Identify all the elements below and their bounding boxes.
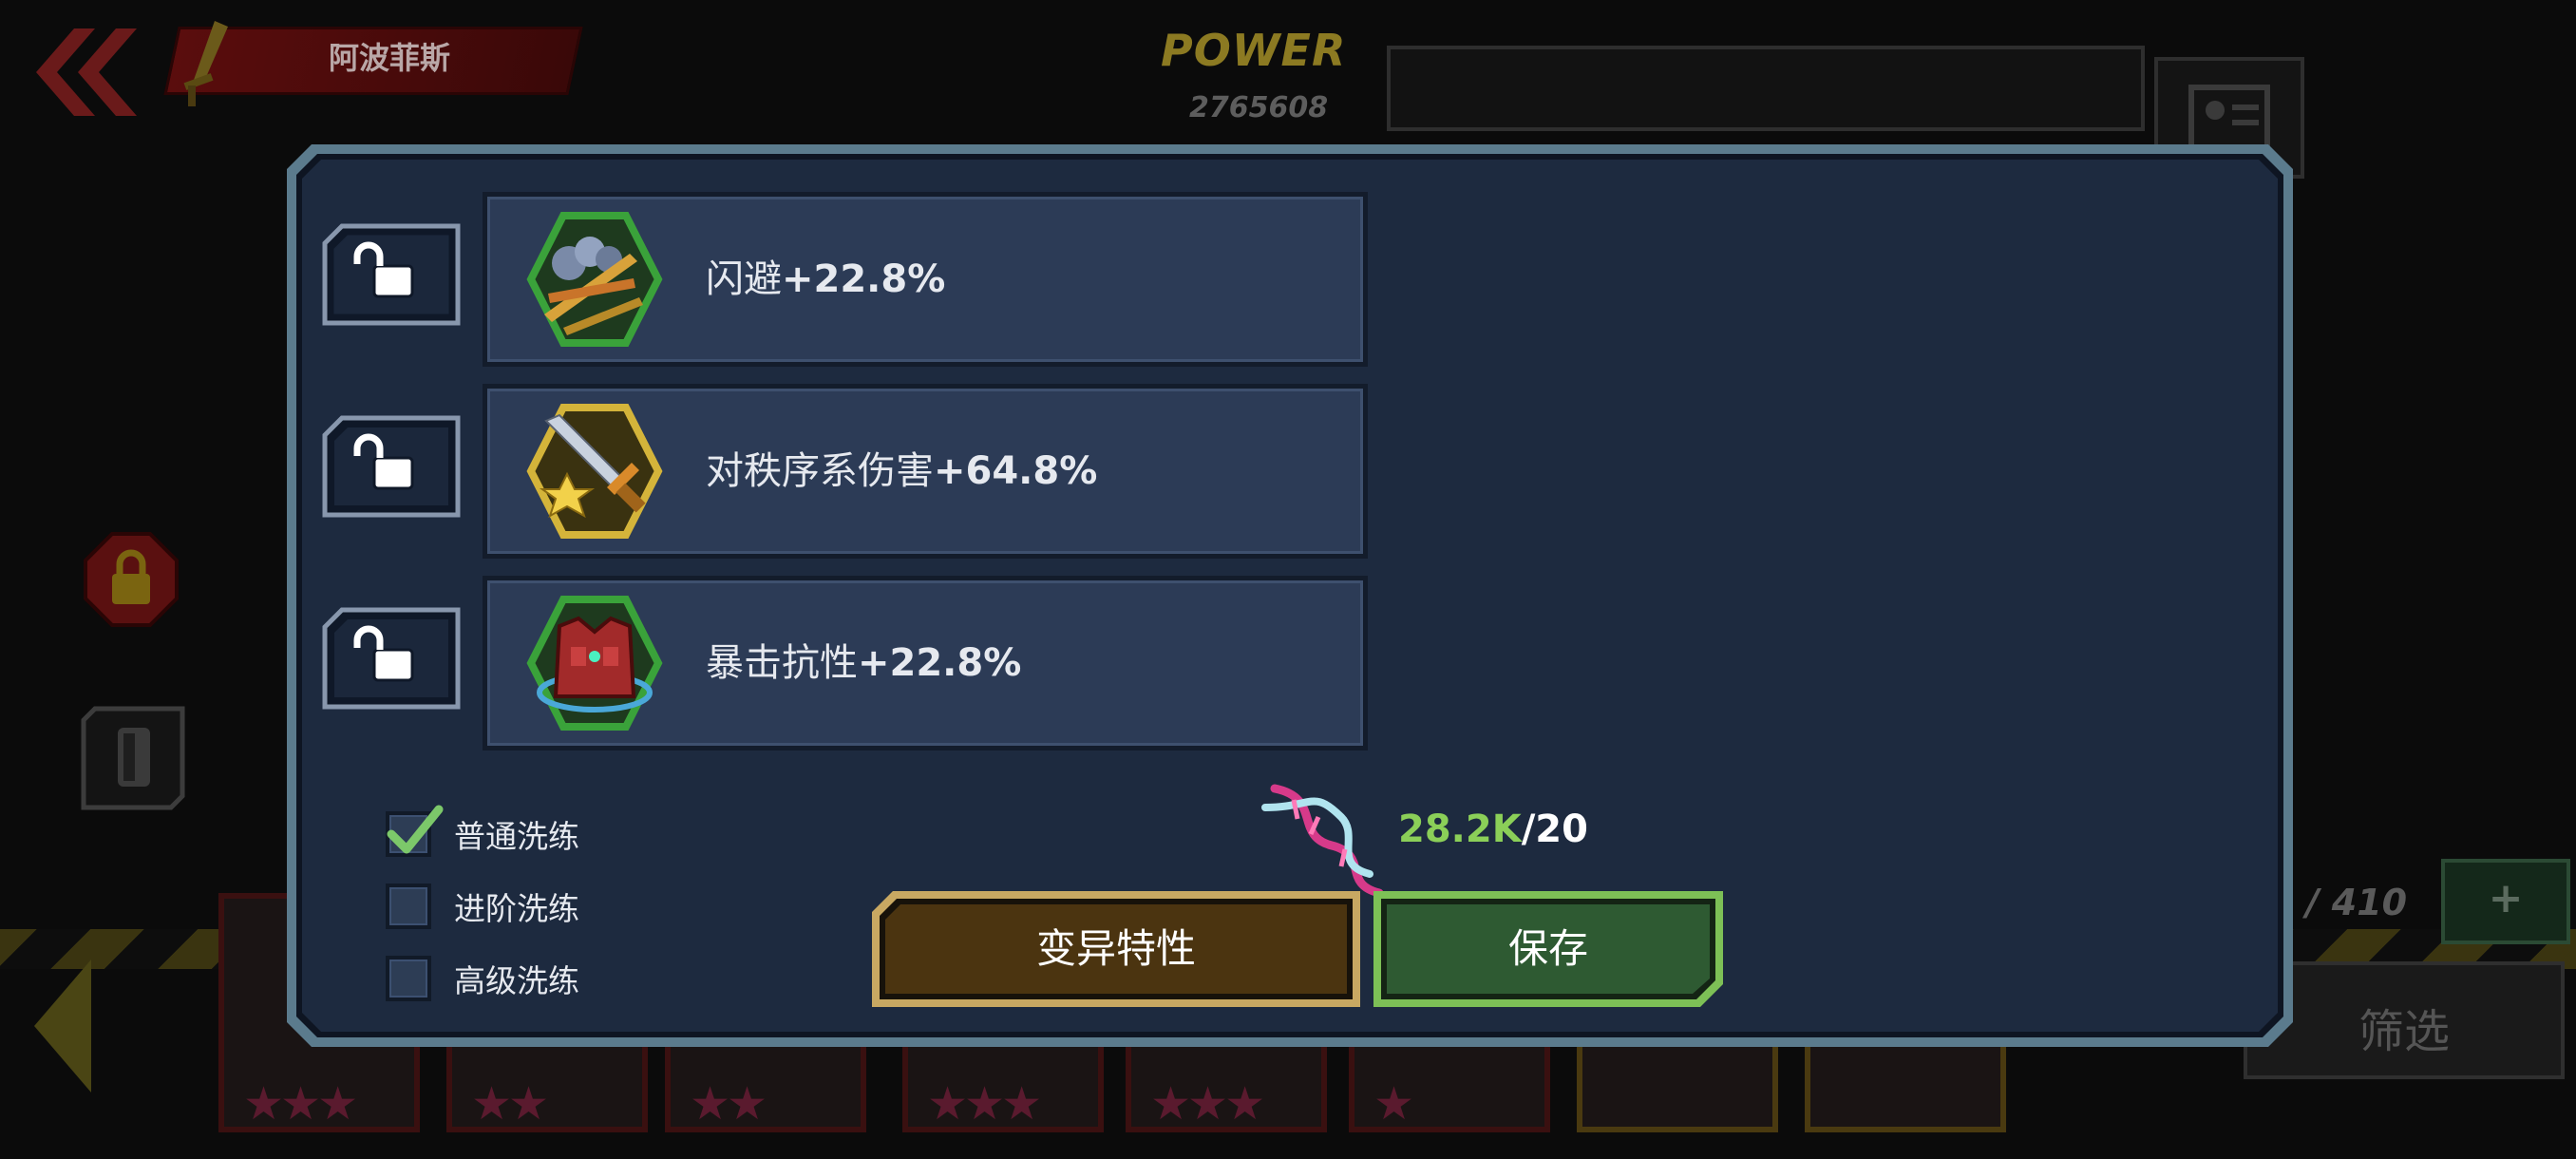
refine-option-label: 进阶洗练 bbox=[454, 890, 579, 927]
order-damage-sword-icon bbox=[526, 404, 663, 539]
hero-stars: ★ bbox=[1373, 1077, 1414, 1130]
trait-value: +64.8% bbox=[934, 449, 1098, 493]
unlocked-padlock-icon[interactable] bbox=[321, 606, 462, 711]
hero-name: 阿波菲斯 bbox=[328, 40, 450, 76]
hero-stars: ★★★ bbox=[1150, 1077, 1265, 1130]
refine-option-label: 高级洗练 bbox=[454, 962, 579, 999]
trait-name: 闪避 bbox=[706, 257, 782, 301]
refine-option-label: 普通洗练 bbox=[454, 818, 579, 855]
hero-stars: ★★★ bbox=[927, 1077, 1042, 1130]
hero-stars: ★★★ bbox=[243, 1077, 358, 1130]
cost-current: 28.2K bbox=[1398, 808, 1522, 851]
cost-required: 20 bbox=[1535, 808, 1588, 851]
hero-stars: ★★ bbox=[471, 1077, 549, 1130]
mutate-trait-button[interactable]: 变异特性 bbox=[870, 889, 1362, 1009]
unlocked-padlock-icon[interactable] bbox=[321, 414, 462, 519]
filter-label: 筛选 bbox=[2358, 1005, 2450, 1058]
unlocked-padlock-icon[interactable] bbox=[321, 222, 462, 327]
checkbox[interactable] bbox=[386, 956, 431, 1001]
mutation-cost: 28.2K/20 bbox=[1398, 808, 1588, 851]
trait-refine-dialog: 闪避+22.8% 对秩序系伤害+64.8% 暴击抗性+22.8% 普通洗练 进阶… bbox=[287, 144, 2293, 1047]
trait-name: 对秩序系伤害 bbox=[706, 449, 934, 493]
equipment-badge-icon[interactable] bbox=[80, 705, 186, 811]
mutate-button-label: 变异特性 bbox=[1035, 925, 1196, 972]
crit-resist-armor-icon bbox=[526, 596, 663, 731]
trait-value: +22.8% bbox=[858, 641, 1022, 685]
trait-panel: 对秩序系伤害+64.8% bbox=[483, 384, 1368, 559]
save-button-label: 保存 bbox=[1507, 925, 1588, 972]
trait-row: 暴击抗性+22.8% bbox=[287, 576, 1370, 750]
dna-icon bbox=[1261, 784, 1384, 898]
back-chevron-icon[interactable] bbox=[36, 28, 141, 116]
sword-icon bbox=[183, 21, 228, 106]
trait-panel: 暴击抗性+22.8% bbox=[483, 576, 1368, 750]
checkmark-icon bbox=[387, 805, 444, 854]
trait-name: 暴击抗性 bbox=[706, 641, 858, 685]
roster-left-arrow-icon[interactable] bbox=[34, 960, 101, 1092]
checkbox[interactable] bbox=[386, 805, 444, 857]
trait-text: 暴击抗性+22.8% bbox=[706, 580, 1021, 746]
power-value: 2765608 bbox=[1189, 91, 1329, 124]
trait-text: 闪避+22.8% bbox=[706, 197, 945, 362]
trait-row: 闪避+22.8% bbox=[287, 192, 1370, 367]
dodge-daggers-icon bbox=[526, 212, 663, 347]
roster-add-button[interactable]: + bbox=[2441, 859, 2570, 944]
power-label: POWER bbox=[1161, 25, 1347, 76]
trait-text: 对秩序系伤害+64.8% bbox=[706, 389, 1097, 554]
save-button[interactable]: 保存 bbox=[1372, 889, 1725, 1009]
plus-icon: + bbox=[2488, 874, 2524, 922]
trait-row: 对秩序系伤害+64.8% bbox=[287, 384, 1370, 559]
trait-panel: 闪避+22.8% bbox=[483, 192, 1368, 367]
top-info-bar bbox=[1387, 46, 2145, 131]
checkbox[interactable] bbox=[386, 884, 431, 929]
hero-stars: ★★ bbox=[690, 1077, 767, 1130]
lock-badge-icon[interactable] bbox=[84, 532, 179, 627]
trait-value: +22.8% bbox=[782, 257, 946, 301]
cost-separator: / bbox=[1521, 808, 1536, 851]
